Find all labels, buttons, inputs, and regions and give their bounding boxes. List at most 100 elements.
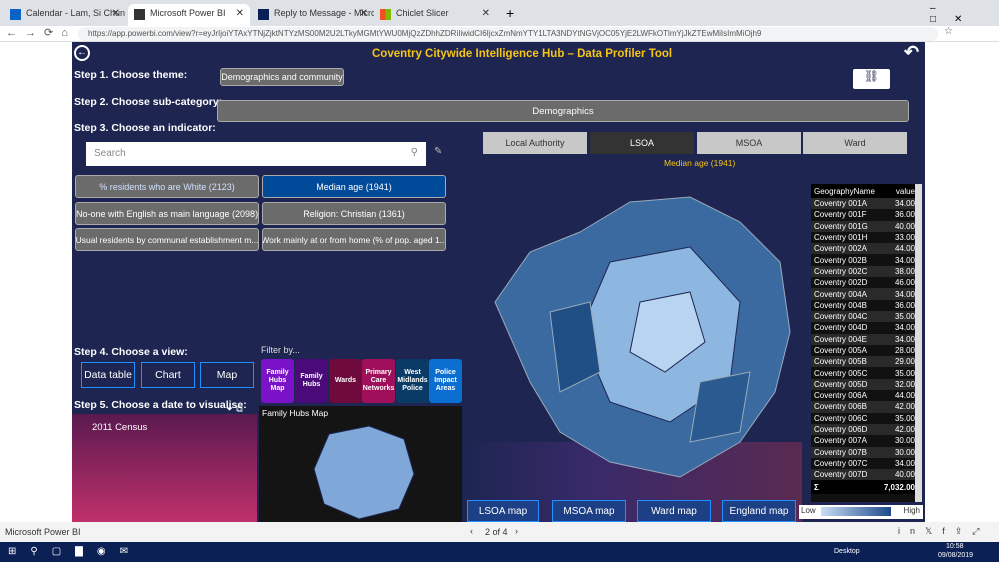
prev-page-button[interactable]: ‹ xyxy=(470,526,473,536)
step5-label: Step 5. Choose a date to visualise: xyxy=(74,399,247,411)
geography-name: Coventry 002A xyxy=(814,244,867,254)
filter-primary-care-networks[interactable]: Primary Care Networks xyxy=(362,359,395,403)
table-row[interactable]: Coventry 006C 35.00 xyxy=(811,413,921,424)
table-row[interactable]: Coventry 006D 42.00 xyxy=(811,423,921,436)
close-tab-icon[interactable]: ✕ xyxy=(236,8,244,19)
map-title: Median age (1941) xyxy=(664,158,736,168)
theme-button[interactable]: Demographics and community xyxy=(220,68,344,86)
table-row[interactable]: Coventry 001H 33.00 xyxy=(811,232,921,243)
table-row[interactable]: Coventry 001F 36.00 xyxy=(811,209,921,220)
filter-family-hubs-map[interactable]: Family Hubs Map xyxy=(261,359,294,403)
table-row[interactable]: Coventry 006B 42.00 xyxy=(811,401,921,413)
table-row[interactable]: Coventry 007B 30.00 xyxy=(811,446,921,458)
share-icons[interactable]: in𝕏f⇪⤢ xyxy=(898,526,990,537)
table-row[interactable]: Coventry 007D 40.00 xyxy=(811,469,921,481)
step1-label: Step 1. Choose theme: xyxy=(74,69,188,81)
filter-wards[interactable]: Wards xyxy=(329,359,362,403)
table-row[interactable]: Coventry 005B 29.00 xyxy=(811,356,921,368)
filter-west-midlands-police[interactable]: West Midlands Police xyxy=(396,359,429,403)
indicator-button[interactable]: Usual residents by communal establishmen… xyxy=(75,228,259,251)
eraser-icon[interactable]: ✎ xyxy=(434,146,442,157)
indicator-button-selected[interactable]: Median age (1941) xyxy=(262,175,446,198)
app-name: Microsoft Power BI xyxy=(5,527,81,537)
bookmark-star-icon[interactable]: ☆ xyxy=(944,26,953,37)
geography-name: Coventry 006B xyxy=(814,402,867,412)
step3-label: Step 3. Choose an indicator: xyxy=(74,122,216,134)
geography-name: Coventry 005A xyxy=(814,346,867,355)
browser-tab[interactable]: Chiclet Slicer ✕ xyxy=(374,4,496,26)
geo-tab-ward[interactable]: Ward xyxy=(803,132,907,154)
geo-tab-lsoa[interactable]: LSOA xyxy=(590,132,694,154)
value: 36.00 xyxy=(894,210,915,220)
table-row[interactable]: Coventry 006A 44.00 xyxy=(811,390,921,401)
data-table-view-button[interactable]: Data table xyxy=(81,362,135,388)
indicator-button[interactable]: Work mainly at or from home (% of pop. a… xyxy=(262,228,446,251)
table-scrollbar[interactable] xyxy=(915,184,922,502)
table-row[interactable]: Coventry 002B 34.00 xyxy=(811,254,921,265)
date-option[interactable]: 2011 Census xyxy=(92,422,147,433)
nav-buttons[interactable]: ←→⟳⌂ xyxy=(6,26,76,39)
close-tab-icon[interactable]: ✕ xyxy=(482,8,490,19)
table-row[interactable]: Coventry 004C 35.00 xyxy=(811,310,921,323)
family-hubs-mini-map[interactable]: Family Hubs Map xyxy=(259,406,462,522)
choropleth-map[interactable] xyxy=(490,192,810,482)
value: 34.00 xyxy=(894,334,915,344)
desktop-label[interactable]: Desktop xyxy=(834,548,860,555)
browser-tab[interactable]: Calendar - Lam, Si Chun - Outlo✕ xyxy=(4,4,126,26)
filter-icons[interactable]: ⏷⧉ xyxy=(226,404,246,415)
indicator-button[interactable]: Religion: Christian (1361) xyxy=(262,202,446,225)
table-row[interactable]: Coventry 007A 30.00 xyxy=(811,435,921,446)
table-row[interactable]: Coventry 002A 44.00 xyxy=(811,243,921,255)
table-row[interactable]: Coventry 001G 40.00 xyxy=(811,220,921,232)
geography-name: Coventry 007B xyxy=(814,447,867,457)
table-row[interactable]: Coventry 002C 38.00 xyxy=(811,265,921,278)
geo-tab-msoa[interactable]: MSOA xyxy=(697,132,801,154)
table-row[interactable]: Coventry 004B 36.00 xyxy=(811,300,921,311)
geography-name: Coventry 002D xyxy=(814,278,868,288)
msoa-map-button[interactable]: MSOA map xyxy=(552,500,626,522)
close-tab-icon[interactable]: ✕ xyxy=(112,8,120,19)
table-row[interactable]: Coventry 002D 46.00 xyxy=(811,277,921,288)
indicator-search-input[interactable]: Search ⚲ xyxy=(86,142,426,166)
value: 33.00 xyxy=(894,233,915,243)
clock-time: 10:58 xyxy=(946,543,964,550)
table-row[interactable]: Coventry 005C 35.00 xyxy=(811,367,921,378)
report-canvas: ← Coventry Citywide Intelligence Hub – D… xyxy=(72,42,925,522)
indicator-button[interactable]: No-one with English as main language (20… xyxy=(75,202,259,225)
table-row[interactable]: Coventry 005D 32.00 xyxy=(811,378,921,391)
browser-tab[interactable]: Reply to Message - Microsoft Po✕ xyxy=(252,4,374,26)
filter-police-impact-areas[interactable]: Police Impact Areas xyxy=(429,359,462,403)
geography-table[interactable]: GeographyName value Coventry 001A 34.00 Cov… xyxy=(811,184,921,502)
back-arrow-icon[interactable]: ← xyxy=(74,45,90,61)
ward-map-button[interactable]: Ward map xyxy=(637,500,711,522)
table-row[interactable]: Coventry 004A 34.00 xyxy=(811,288,921,300)
lsoa-map-button[interactable]: LSOA map xyxy=(467,500,539,522)
table-row[interactable]: Coventry 007C 34.00 xyxy=(811,458,921,469)
map-view-button[interactable]: Map xyxy=(200,362,254,388)
reset-icon[interactable]: ↶ xyxy=(904,42,919,63)
powerbi-status-bar: Microsoft Power BI ‹ 2 of 4 › in𝕏f⇪⤢ xyxy=(0,522,999,542)
browser-tab-active[interactable]: Microsoft Power BI ✕ xyxy=(128,4,250,26)
close-tab-icon[interactable]: ✕ xyxy=(360,8,368,19)
next-page-button[interactable]: › xyxy=(515,526,518,536)
geography-name: Coventry 007D xyxy=(814,470,868,480)
table-row[interactable]: Coventry 004D 34.00 xyxy=(811,322,921,333)
table-header: GeographyName value xyxy=(811,184,921,198)
new-tab-button[interactable]: + xyxy=(506,5,514,21)
table-row[interactable]: Coventry 005A 28.00 xyxy=(811,345,921,356)
filter-family-hubs[interactable]: Family Hubs xyxy=(295,359,328,403)
table-row[interactable]: Coventry 001A 34.00 xyxy=(811,198,921,210)
value: 28.00 xyxy=(894,346,915,355)
link-icon[interactable]: ⛓ xyxy=(853,69,890,89)
chart-view-button[interactable]: Chart xyxy=(141,362,195,388)
url-input[interactable]: https://app.powerbi.com/view?r=eyJrIjoiY… xyxy=(78,27,938,41)
table-row[interactable]: Coventry 004E 34.00 xyxy=(811,333,921,345)
geo-tab-local-authority[interactable]: Local Authority xyxy=(483,132,587,154)
taskbar-icons[interactable]: ⊞⚲▢▇◉✉ xyxy=(8,546,142,557)
subcategory-button[interactable]: Demographics xyxy=(217,100,909,122)
outlook-icon xyxy=(10,9,21,20)
geography-name: Coventry 006C xyxy=(814,413,868,423)
indicator-button[interactable]: % residents who are White (2123) xyxy=(75,175,259,198)
window-controls[interactable]: –□✕ xyxy=(930,3,999,25)
england-map-button[interactable]: England map xyxy=(722,500,796,522)
